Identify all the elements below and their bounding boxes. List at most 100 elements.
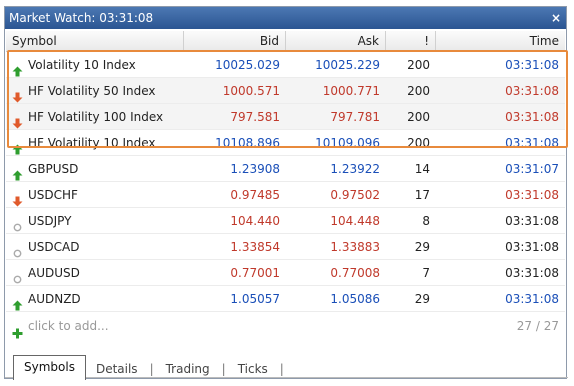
symbol-cell: HF Volatility 100 Index — [6, 104, 184, 129]
add-symbol-row[interactable]: click to add... 27 / 27 — [6, 312, 565, 340]
symbol-name: USDCHF — [28, 187, 78, 202]
symbol-name: HF Volatility 10 Index — [28, 135, 156, 150]
symbol-name: GBPUSD — [28, 161, 79, 176]
add-symbol-cell: click to add... — [6, 312, 184, 340]
time-cell: 03:31:08 — [505, 240, 559, 254]
circle-icon — [12, 216, 22, 231]
market-watch-window: Market Watch: 03:31:08 × Symbol Bid Ask … — [4, 6, 568, 380]
symbol-cell: USDJPY — [6, 208, 184, 233]
arrow-up-icon — [12, 294, 23, 310]
tab-separator: | — [279, 362, 284, 376]
ask-cell: 10025.229 — [315, 58, 380, 72]
table-row[interactable]: USDCAD 1.33854 1.33883 29 03:31:08 — [6, 234, 565, 260]
spread-cell: 200 — [407, 58, 430, 72]
spread-cell: 200 — [407, 136, 430, 150]
add-symbol-label: click to add... — [28, 319, 109, 333]
spread-cell: 29 — [414, 292, 430, 306]
ask-cell: 1.33883 — [330, 240, 380, 254]
tab-symbols[interactable]: Symbols — [13, 355, 86, 380]
table-row[interactable]: HF Volatility 100 Index 797.581 797.781 200… — [6, 104, 565, 130]
table-row[interactable]: USDJPY 104.440 104.448 8 03:31:08 — [6, 208, 565, 234]
spread-cell: 29 — [414, 240, 430, 254]
window-title: Market Watch: 03:31:08 — [9, 11, 154, 25]
column-header-bid[interactable]: Bid — [184, 31, 286, 51]
symbol-cell: USDCAD — [6, 234, 184, 259]
time-cell: 03:31:08 — [505, 136, 559, 150]
time-cell: 03:31:08 — [505, 84, 559, 98]
circle-icon — [12, 268, 22, 283]
symbol-name: AUDUSD — [28, 265, 80, 280]
symbol-cell: HF Volatility 10 Index — [6, 130, 184, 155]
spread-cell: 7 — [422, 266, 430, 280]
time-cell: 03:31:07 — [505, 162, 559, 176]
close-icon[interactable]: × — [546, 7, 566, 29]
spread-cell: 200 — [407, 110, 430, 124]
tab-trading[interactable]: Trading — [156, 358, 220, 380]
spread-cell: 200 — [407, 84, 430, 98]
symbol-name: HF Volatility 50 Index — [28, 83, 156, 98]
arrow-up-icon — [12, 138, 23, 154]
table-row[interactable]: HF Volatility 50 Index 1000.571 1000.771 20… — [6, 78, 565, 104]
ask-cell: 0.97502 — [330, 188, 380, 202]
bid-cell: 1.33854 — [230, 240, 280, 254]
ask-cell: 10109.096 — [315, 136, 380, 150]
table-row[interactable]: USDCHF 0.97485 0.97502 17 03:31:08 — [6, 182, 565, 208]
circle-icon — [12, 242, 22, 257]
spread-cell: 8 — [422, 214, 430, 228]
tab-ticks[interactable]: Ticks — [228, 358, 278, 380]
bid-cell: 1.05057 — [230, 292, 280, 306]
tab-strip: Symbols Details | Trading | Ticks | — [13, 354, 286, 380]
table-row[interactable]: AUDNZD 1.05057 1.05086 29 03:31:08 — [6, 286, 565, 312]
symbol-cell: HF Volatility 50 Index — [6, 78, 184, 103]
symbol-name: HF Volatility 100 Index — [28, 109, 164, 124]
column-header-time[interactable]: Time — [436, 31, 565, 51]
symbol-count: 27 / 27 — [516, 319, 559, 333]
ask-cell: 104.448 — [330, 214, 380, 228]
arrow-down-icon — [12, 190, 23, 206]
symbol-cell: GBPUSD — [6, 156, 184, 181]
arrow-down-icon — [12, 86, 23, 102]
bid-cell: 104.440 — [230, 214, 280, 228]
ask-cell: 1.05086 — [330, 292, 380, 306]
symbol-name: AUDNZD — [28, 291, 81, 306]
time-cell: 03:31:08 — [505, 188, 559, 202]
column-header-symbol[interactable]: Symbol — [6, 31, 184, 51]
spread-cell: 14 — [414, 162, 430, 176]
symbol-cell: USDCHF — [6, 182, 184, 207]
column-header-ask[interactable]: Ask — [286, 31, 386, 51]
time-cell: 03:31:08 — [505, 214, 559, 228]
tab-details[interactable]: Details — [86, 358, 148, 380]
table-header: Symbol Bid Ask ! Time — [6, 31, 565, 52]
ask-cell: 1.23922 — [330, 162, 380, 176]
ask-cell: 0.77008 — [330, 266, 380, 280]
bid-cell: 10108.896 — [215, 136, 280, 150]
table-row[interactable]: Volatility 10 Index 10025.029 10025.229 200… — [6, 52, 565, 78]
arrow-up-icon — [12, 60, 23, 76]
time-cell: 03:31:08 — [505, 292, 559, 306]
symbol-cell: AUDNZD — [6, 286, 184, 311]
ask-cell: 797.781 — [330, 110, 380, 124]
table-row[interactable]: HF Volatility 10 Index 10108.896 10109.096… — [6, 130, 565, 156]
symbol-name: Volatility 10 Index — [28, 57, 136, 72]
plus-icon — [12, 321, 23, 339]
bid-cell: 0.77001 — [230, 266, 280, 280]
ask-cell: 1000.771 — [322, 84, 380, 98]
bid-cell: 797.581 — [230, 110, 280, 124]
tab-separator: | — [149, 362, 154, 376]
symbol-cell: AUDUSD — [6, 260, 184, 285]
table-row[interactable]: AUDUSD 0.77001 0.77008 7 03:31:08 — [6, 260, 565, 286]
arrow-up-icon — [12, 164, 23, 180]
time-cell: 03:31:08 — [505, 266, 559, 280]
bid-cell: 1.23908 — [230, 162, 280, 176]
time-cell: 03:31:08 — [505, 110, 559, 124]
add-row-spacer — [184, 312, 436, 340]
bid-cell: 1000.571 — [222, 84, 280, 98]
tab-separator: | — [221, 362, 226, 376]
table-row[interactable]: GBPUSD 1.23908 1.23922 14 03:31:07 — [6, 156, 565, 182]
spread-cell: 17 — [414, 188, 430, 202]
column-header-spread[interactable]: ! — [386, 31, 436, 51]
title-bar[interactable]: Market Watch: 03:31:08 × — [5, 7, 566, 29]
bid-cell: 10025.029 — [215, 58, 280, 72]
symbol-list: Volatility 10 Index 10025.029 10025.229 200… — [6, 52, 565, 340]
time-cell: 03:31:08 — [505, 58, 559, 72]
